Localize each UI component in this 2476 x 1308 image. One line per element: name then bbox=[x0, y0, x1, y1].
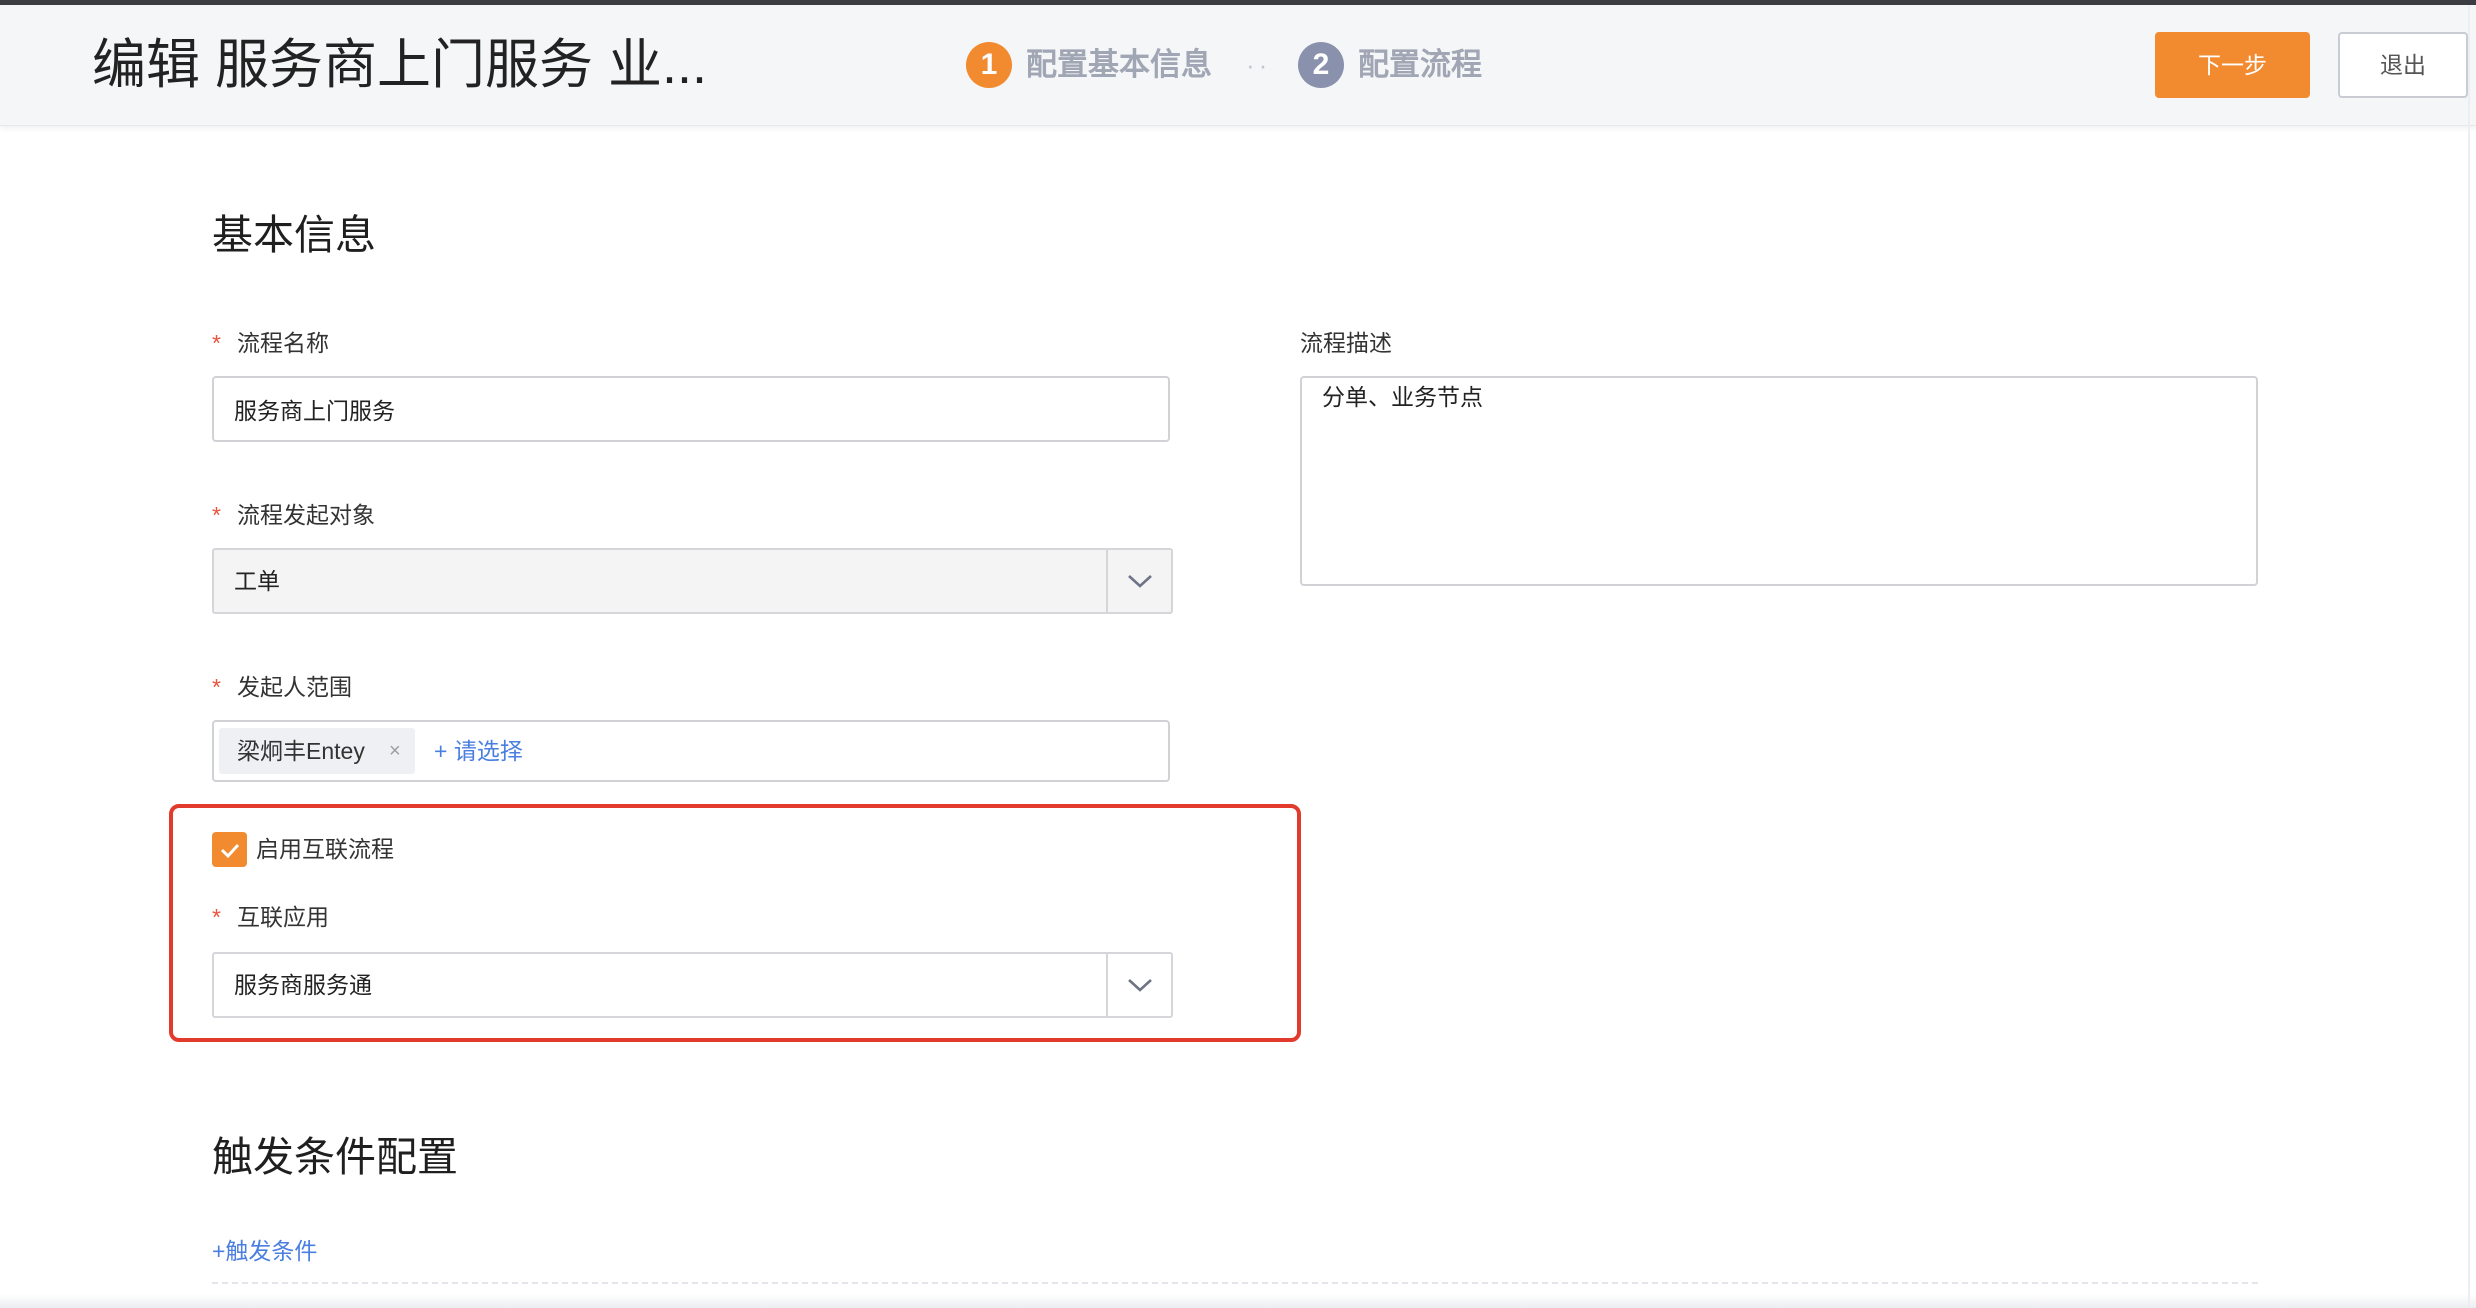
page-title: 编辑 服务商上门服务 业... bbox=[92, 35, 708, 95]
chevron-down-icon[interactable] bbox=[1106, 954, 1171, 1016]
step-2-label: 配置流程 bbox=[1358, 47, 1482, 82]
required-mark: * bbox=[212, 904, 221, 930]
initiating-object-label: * 流程发起对象 bbox=[212, 500, 375, 530]
enable-interconnect-checkbox[interactable] bbox=[212, 832, 247, 867]
description-label: 流程描述 bbox=[1300, 330, 1392, 356]
selected-user-tag: 梁炯丰Entey × bbox=[219, 728, 415, 774]
add-trigger-condition-link[interactable]: +触发条件 bbox=[212, 1236, 317, 1266]
enable-interconnect-label[interactable]: 启用互联流程 bbox=[256, 834, 394, 864]
scrollbar-track bbox=[2468, 5, 2470, 1308]
required-mark: * bbox=[212, 674, 221, 700]
select-initiator-link[interactable]: + 请选择 bbox=[434, 736, 523, 766]
interconnect-app-value: 服务商服务通 bbox=[234, 972, 372, 998]
exit-button[interactable]: 退出 bbox=[2338, 32, 2468, 98]
step-1-number: 1 bbox=[966, 42, 1012, 88]
initiating-object-select[interactable]: 工单 bbox=[212, 548, 1173, 614]
description-textarea[interactable]: 分单、业务节点 bbox=[1300, 376, 2258, 586]
bottom-shade bbox=[0, 1294, 2476, 1308]
chevron-down-icon[interactable] bbox=[1106, 550, 1171, 612]
required-mark: * bbox=[212, 330, 221, 356]
initiating-object-label-text: 流程发起对象 bbox=[237, 502, 375, 528]
page-header: 编辑 服务商上门服务 业... 1 配置基本信息 ·· 2 配置流程 下一步 退… bbox=[0, 5, 2476, 126]
process-name-label: * 流程名称 bbox=[212, 328, 329, 358]
interconnect-app-select[interactable]: 服务商服务通 bbox=[212, 952, 1173, 1018]
process-name-label-text: 流程名称 bbox=[237, 330, 329, 356]
next-step-button[interactable]: 下一步 bbox=[2155, 32, 2310, 98]
close-icon[interactable]: × bbox=[389, 728, 401, 774]
initiator-scope-input[interactable]: 梁炯丰Entey × + 请选择 bbox=[212, 720, 1170, 782]
interconnect-app-label-text: 互联应用 bbox=[237, 904, 329, 930]
trigger-config-heading: 触发条件配置 bbox=[212, 1134, 458, 1180]
initiator-scope-label: * 发起人范围 bbox=[212, 672, 352, 702]
basic-info-heading: 基本信息 bbox=[212, 212, 376, 258]
tag-text: 梁炯丰Entey bbox=[237, 738, 365, 764]
initiating-object-value: 工单 bbox=[234, 568, 280, 594]
interconnect-app-label: * 互联应用 bbox=[212, 902, 329, 932]
check-icon bbox=[220, 843, 239, 858]
required-mark: * bbox=[212, 502, 221, 528]
divider bbox=[212, 1282, 2258, 1284]
step-1-label: 配置基本信息 bbox=[1026, 47, 1212, 82]
initiator-scope-label-text: 发起人范围 bbox=[237, 674, 352, 700]
step-2-number: 2 bbox=[1298, 42, 1344, 88]
step-separator: ·· bbox=[1246, 50, 1272, 80]
process-name-input[interactable] bbox=[212, 376, 1170, 442]
